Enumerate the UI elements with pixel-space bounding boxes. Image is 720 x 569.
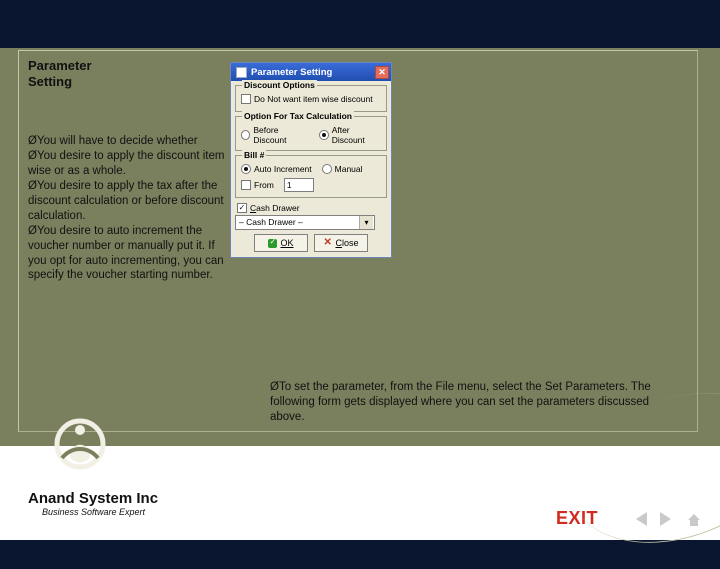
title-line-2: Setting <box>28 74 72 89</box>
chk-itemwise-label: Do Not want item wise discount <box>254 94 373 104</box>
dialog-title: Parameter Setting <box>251 67 375 78</box>
dialog-app-icon <box>236 67 247 78</box>
chk-cash-drawer[interactable]: ✓ Cash Drawer <box>237 203 300 213</box>
dialog-titlebar[interactable]: Parameter Setting ✕ <box>231 63 391 81</box>
checkbox-icon <box>241 180 251 190</box>
parameter-setting-dialog: Parameter Setting ✕ Discount Options Do … <box>230 62 392 258</box>
group-tax-calc: Option For Tax Calculation Before Discou… <box>235 116 387 151</box>
title-line-1: Parameter <box>28 58 92 73</box>
home-icon <box>686 512 702 528</box>
slide-title: Parameter Setting <box>28 58 92 91</box>
company-footer: Anand System Inc Business Software Exper… <box>28 490 158 517</box>
chk-cash-label: Cash Drawer <box>250 203 300 213</box>
radio-icon <box>241 130 250 140</box>
ok-icon <box>268 239 277 248</box>
radio-manual[interactable]: Manual <box>322 164 363 174</box>
cash-drawer-select[interactable]: – Cash Drawer – <box>235 215 375 230</box>
company-logo <box>52 416 108 472</box>
checkbox-icon <box>241 94 251 104</box>
checkbox-icon: ✓ <box>237 203 247 213</box>
right-bullet: ØTo set the parameter, from the File men… <box>270 380 670 425</box>
radio-icon <box>241 164 251 174</box>
radio-autoinc-label: Auto Increment <box>254 164 312 174</box>
radio-before-label: Before Discount <box>253 125 309 145</box>
group-discount-options: Discount Options Do Not want item wise d… <box>235 85 387 112</box>
nav-prev-button[interactable] <box>636 512 652 526</box>
top-band <box>0 0 720 48</box>
ok-button[interactable]: OK <box>254 234 308 252</box>
bullet-icon: Ø <box>28 150 37 162</box>
bullet-icon: Ø <box>28 225 37 237</box>
close-icon[interactable]: ✕ <box>375 66 389 79</box>
company-tagline: Business Software Expert <box>42 507 158 517</box>
radio-icon <box>322 164 332 174</box>
group-bill-number: Bill # Auto Increment Manual From 1 <box>235 155 387 198</box>
radio-after-label: After Discount <box>332 125 381 145</box>
chk-from-label: From <box>254 180 274 190</box>
triangle-left-icon <box>636 512 647 526</box>
bullet-icon: Ø <box>28 180 37 192</box>
chk-from[interactable]: From <box>241 180 274 190</box>
close-x-icon: ✕ <box>323 239 332 248</box>
group-legend: Bill # <box>242 150 266 160</box>
left-bullets: ØYou will have to decide whether ØYou de… <box>28 134 226 283</box>
bullet-3: You desire to apply the tax after the di… <box>28 180 224 222</box>
dialog-body: Discount Options Do Not want item wise d… <box>231 81 391 257</box>
right-bullet-text: To set the parameter, from the File menu… <box>270 381 651 423</box>
radio-after-discount[interactable]: After Discount <box>319 125 381 145</box>
bullet-2: You desire to apply the discount item wi… <box>28 150 224 177</box>
group-legend: Discount Options <box>242 80 317 90</box>
ok-button-label: OK <box>280 238 293 248</box>
close-button[interactable]: ✕ Close <box>314 234 368 252</box>
bullet-icon: Ø <box>28 135 37 147</box>
bullet-4: You desire to auto increment the voucher… <box>28 225 224 282</box>
chk-itemwise-discount[interactable]: Do Not want item wise discount <box>241 94 373 104</box>
radio-before-discount[interactable]: Before Discount <box>241 125 309 145</box>
nav-home-button[interactable] <box>686 512 702 528</box>
radio-manual-label: Manual <box>335 164 363 174</box>
nav-next-button[interactable] <box>660 512 676 526</box>
bullet-1: You will have to decide whether <box>37 135 198 147</box>
radio-auto-increment[interactable]: Auto Increment <box>241 164 312 174</box>
from-number-input[interactable]: 1 <box>284 178 314 192</box>
bullet-icon: Ø <box>270 381 279 393</box>
company-name: Anand System Inc <box>28 490 158 507</box>
radio-icon <box>319 130 328 140</box>
group-legend: Option For Tax Calculation <box>242 111 354 121</box>
close-button-label: Close <box>335 238 358 248</box>
triangle-right-icon <box>660 512 671 526</box>
exit-button[interactable]: EXIT <box>556 508 598 529</box>
